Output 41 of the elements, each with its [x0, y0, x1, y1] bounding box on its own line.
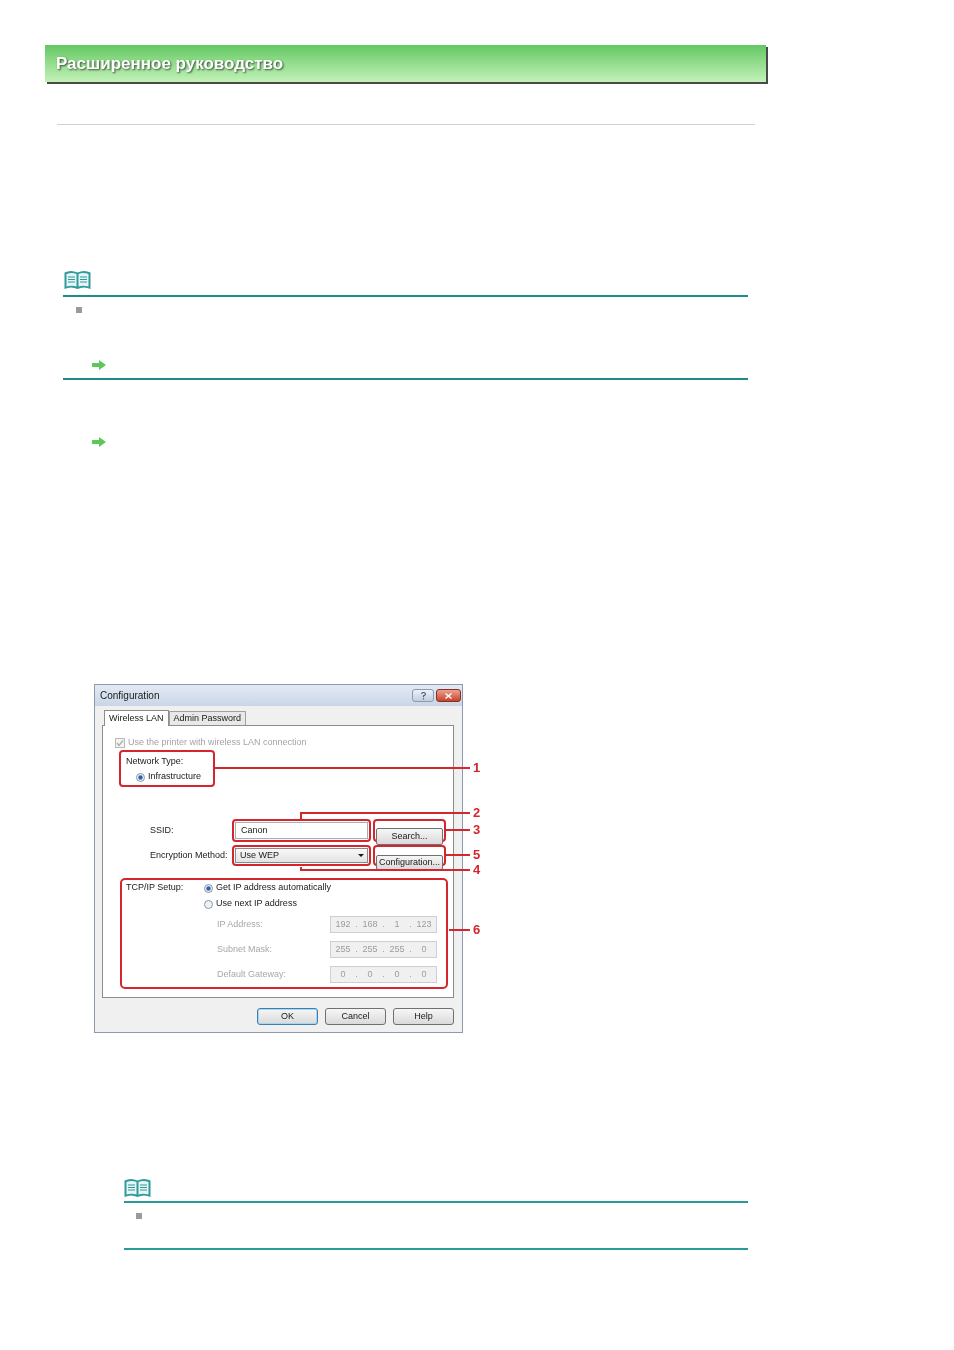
help-title-button[interactable] — [412, 689, 434, 702]
checkbox-label: Use the printer with wireless LAN connection — [128, 736, 307, 750]
callout-number: 1 — [473, 761, 481, 775]
radio-button[interactable] — [136, 772, 145, 782]
caret-icon — [358, 854, 364, 857]
close-icon — [445, 692, 452, 699]
radio-label: Use next IP address — [216, 897, 297, 911]
field-label: SSID: — [150, 823, 175, 837]
close-button[interactable] — [436, 689, 461, 702]
callout-number: 3 — [473, 823, 481, 837]
book-icon — [124, 1178, 151, 1198]
question-mark-icon — [420, 691, 426, 700]
dialog-button[interactable]: OK — [257, 1008, 318, 1025]
dialog-button[interactable]: Help — [393, 1008, 454, 1025]
arrow-icon — [92, 360, 106, 370]
page-title: Расширенное руководство — [56, 52, 284, 75]
dialog-button[interactable]: Cancel — [325, 1008, 386, 1025]
radio-label: Infrastructure — [148, 770, 202, 784]
radio-label: Get IP address automatically — [216, 881, 331, 895]
search-button[interactable]: Search... — [376, 828, 443, 846]
field-label: Encryption Method: — [150, 848, 229, 862]
group-label: Network Type: — [126, 755, 184, 768]
arrow-icon — [92, 437, 106, 447]
bullet-icon — [76, 307, 82, 313]
encryption-dropdown[interactable]: Use WEP — [235, 848, 368, 863]
field-label: Default Gateway: — [217, 967, 288, 981]
field-label: IP Address: — [217, 917, 264, 931]
group-label: TCP/IP Setup: — [125, 881, 185, 895]
callout-number: 6 — [473, 923, 481, 937]
bullet-icon — [136, 1213, 142, 1219]
callout-number: 2 — [473, 806, 481, 820]
window-title: Configuration — [100, 689, 160, 703]
tab[interactable]: Wireless LAN — [104, 710, 169, 726]
book-icon — [64, 270, 91, 290]
radio-button[interactable] — [204, 899, 213, 909]
ssid-field[interactable]: Canon — [235, 822, 368, 839]
radio-button[interactable] — [204, 883, 213, 893]
field-label: Subnet Mask: — [217, 942, 274, 956]
tab[interactable]: Admin Password — [168, 711, 247, 725]
callout-number: 5 — [473, 848, 481, 862]
callout-number: 4 — [473, 863, 481, 877]
